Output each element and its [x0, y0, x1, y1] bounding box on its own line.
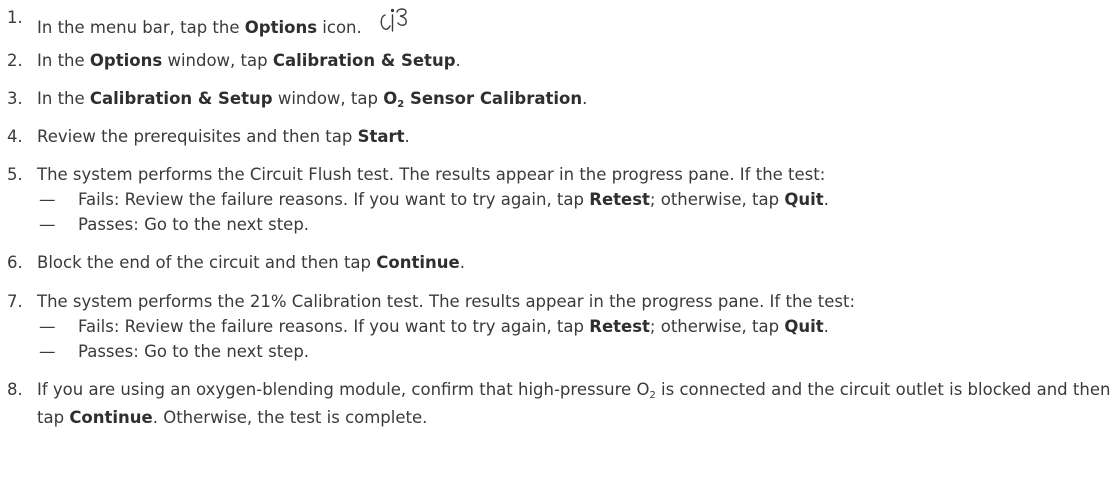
step-text: The system performs the 21% Calibration …	[37, 292, 856, 311]
sub-text: Passes: Go to the next step.	[78, 342, 310, 361]
step-number: 1.	[7, 8, 23, 27]
step-number: 7.	[7, 292, 23, 311]
step-number: 2.	[7, 51, 23, 70]
dash-bullet: —	[39, 342, 56, 361]
sub-text: Fails: Review the failure reasons. If yo…	[78, 317, 829, 336]
step-text: Review the prerequisites and then tap St…	[37, 127, 410, 146]
step-number: 5.	[7, 165, 23, 184]
step-number: 4.	[7, 127, 23, 146]
step-number: 8.	[7, 380, 23, 399]
dash-bullet: —	[39, 215, 56, 234]
step-text: In the menu bar, tap the Options icon.	[37, 7, 411, 39]
step-text: In the Calibration & Setup window, tap O…	[37, 89, 588, 110]
step-text: In the Options window, tap Calibration &…	[37, 51, 461, 70]
sub-text: Passes: Go to the next step.	[78, 215, 310, 234]
options-icon	[377, 7, 411, 39]
sub-text: Fails: Review the failure reasons. If yo…	[78, 190, 829, 209]
step-text: The system performs the Circuit Flush te…	[37, 165, 826, 184]
instruction-page: 1. In the menu bar, tap the Options icon…	[0, 0, 1119, 485]
step-number: 6.	[7, 253, 23, 272]
dash-bullet: —	[39, 190, 56, 209]
step-number: 3.	[7, 89, 23, 108]
dash-bullet: —	[39, 317, 56, 336]
step-text: Block the end of the circuit and then ta…	[37, 253, 465, 272]
step-text: If you are using an oxygen-blending modu…	[37, 380, 1111, 427]
